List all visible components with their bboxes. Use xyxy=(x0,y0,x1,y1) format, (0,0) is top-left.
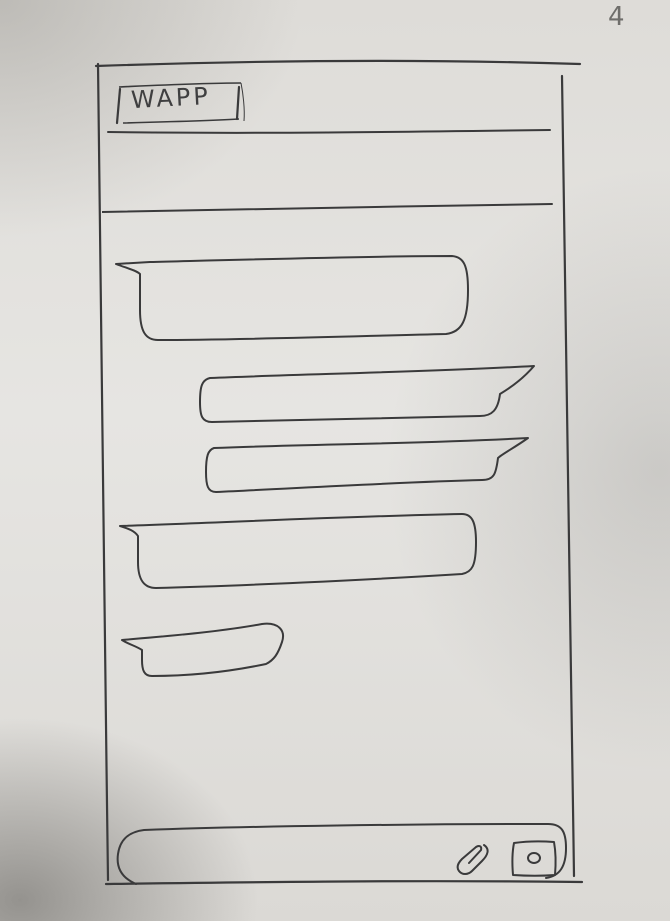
message-bubble-incoming xyxy=(121,622,284,677)
app-logo[interactable]: WAPP xyxy=(130,82,211,114)
chat-header xyxy=(101,134,553,214)
message-list xyxy=(110,240,550,690)
paperclip-icon[interactable] xyxy=(454,839,494,877)
message-bubble-outgoing xyxy=(205,437,529,493)
message-bubble-incoming xyxy=(115,255,469,341)
page-number: 4 xyxy=(608,2,625,32)
message-bubble-incoming xyxy=(119,513,477,589)
message-input[interactable] xyxy=(114,818,568,886)
message-bubble-outgoing xyxy=(199,365,535,423)
camera-icon[interactable] xyxy=(508,837,560,879)
